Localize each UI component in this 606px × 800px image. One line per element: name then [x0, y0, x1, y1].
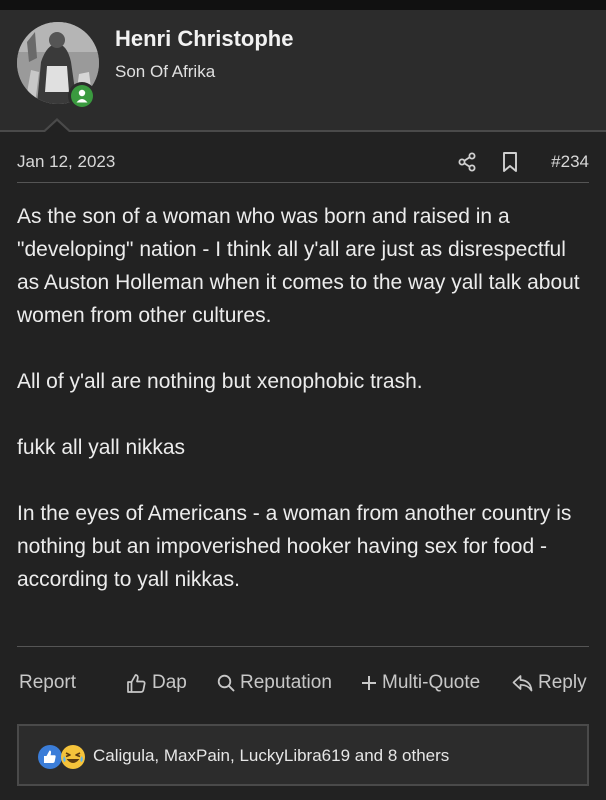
- post-actions: Report Dap Reputation Multi-Quote Reply: [19, 672, 589, 700]
- share-icon[interactable]: [457, 152, 477, 172]
- reply-label: Reply: [538, 672, 587, 693]
- meta-divider: [17, 182, 589, 183]
- multi-quote-button[interactable]: Multi-Quote: [361, 672, 480, 694]
- actions-divider: [17, 646, 589, 647]
- thumbs-up-icon: [38, 745, 62, 769]
- reaction-icons: [38, 745, 85, 769]
- user-header: Henri Christophe Son Of Afrika: [0, 10, 606, 131]
- top-bar: [0, 0, 606, 10]
- report-button[interactable]: Report: [19, 672, 76, 694]
- post-meta: Jan 12, 2023 #234: [17, 150, 589, 176]
- online-status-badge: [68, 82, 96, 110]
- thumbs-up-icon: [127, 673, 146, 693]
- reply-arrow-icon: [512, 675, 533, 692]
- search-icon: [217, 674, 235, 691]
- post-paragraph: In the eyes of Americans - a woman from …: [17, 502, 572, 591]
- username[interactable]: Henri Christophe: [115, 26, 293, 52]
- post-paragraph: As the son of a woman who was born and r…: [17, 205, 580, 327]
- post-paragraph: All of y'all are nothing but xenophobic …: [17, 370, 423, 393]
- post-body: As the son of a woman who was born and r…: [17, 200, 592, 629]
- dap-button[interactable]: Dap: [126, 672, 187, 694]
- user-title: Son Of Afrika: [115, 62, 216, 81]
- reputation-label: Reputation: [240, 672, 332, 693]
- report-label: Report: [19, 672, 77, 693]
- header-divider: [0, 130, 606, 132]
- reply-button[interactable]: Reply: [512, 672, 587, 694]
- laughing-emoji-icon: [61, 745, 85, 769]
- reactions-bar[interactable]: Caligula, MaxPain, LuckyLibra619 and 8 o…: [17, 724, 589, 786]
- bookmark-icon[interactable]: [501, 151, 519, 173]
- reactions-summary[interactable]: Caligula, MaxPain, LuckyLibra619 and 8 o…: [93, 746, 449, 766]
- post-paragraph: fukk all yall nikkas: [17, 436, 186, 459]
- post-date[interactable]: Jan 12, 2023: [17, 152, 115, 172]
- plus-icon: [362, 676, 376, 690]
- multi-quote-label: Multi-Quote: [382, 672, 481, 693]
- reputation-button[interactable]: Reputation: [217, 672, 332, 694]
- post-number-link[interactable]: #234: [551, 152, 589, 172]
- user-online-icon: [76, 89, 88, 103]
- dap-label: Dap: [152, 672, 187, 693]
